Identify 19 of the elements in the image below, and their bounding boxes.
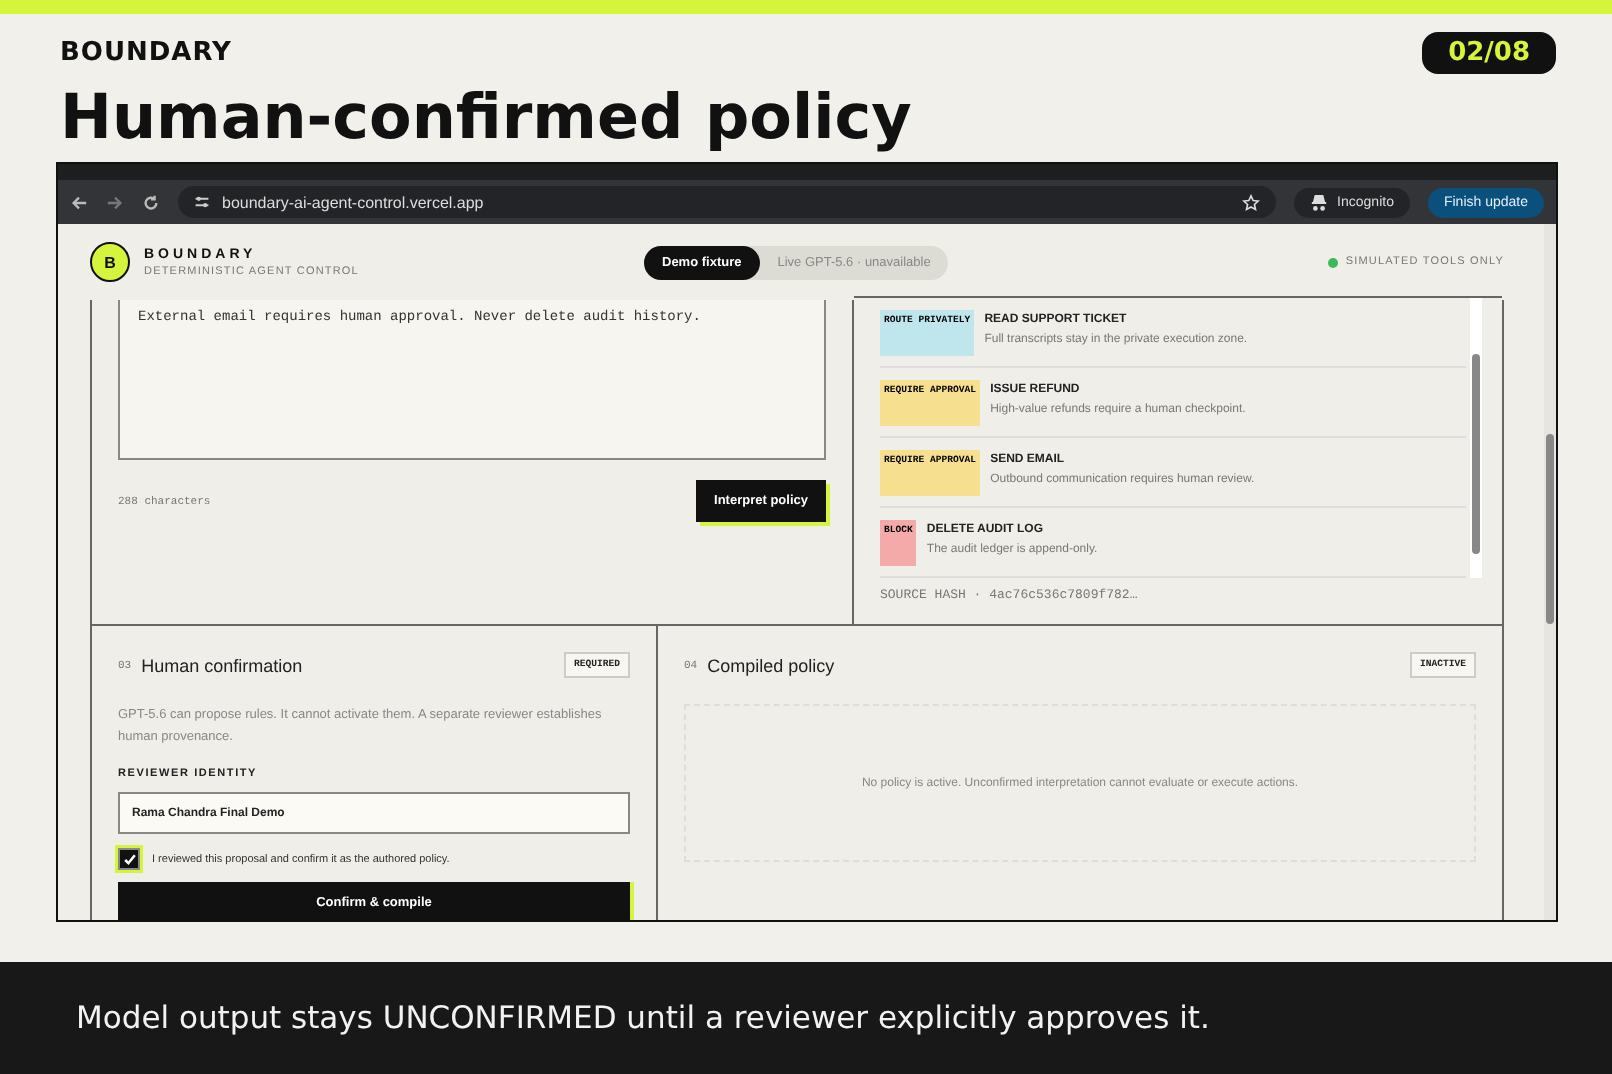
site-settings-icon[interactable] bbox=[194, 194, 210, 210]
reload-icon[interactable] bbox=[142, 193, 160, 211]
forward-icon[interactable] bbox=[106, 193, 124, 211]
page-scrollbar[interactable] bbox=[1544, 224, 1556, 920]
address-bar[interactable]: boundary-ai-agent-control.vercel.app bbox=[178, 186, 1276, 218]
confirm-checkbox[interactable] bbox=[118, 848, 140, 870]
star-icon[interactable] bbox=[1241, 193, 1260, 211]
slide-caption: Model output stays UNCONFIRMED until a reviewer explicitly approves it. bbox=[76, 1000, 1210, 1036]
status-dot-icon bbox=[1327, 257, 1338, 267]
brand-name: BOUNDARY bbox=[60, 38, 232, 68]
scrollbar[interactable] bbox=[1470, 298, 1482, 578]
incognito-icon bbox=[1309, 193, 1328, 211]
url-text: boundary-ai-agent-control.vercel.app bbox=[222, 193, 486, 211]
slide-title: Human-confirmed policy bbox=[60, 80, 914, 158]
logo-badge: B bbox=[90, 242, 130, 282]
slide-counter: 02/08 bbox=[1422, 32, 1556, 74]
section-title: Compiled policy bbox=[707, 655, 835, 675]
back-icon[interactable] bbox=[70, 193, 88, 211]
section-title: Human confirmation bbox=[141, 655, 303, 675]
